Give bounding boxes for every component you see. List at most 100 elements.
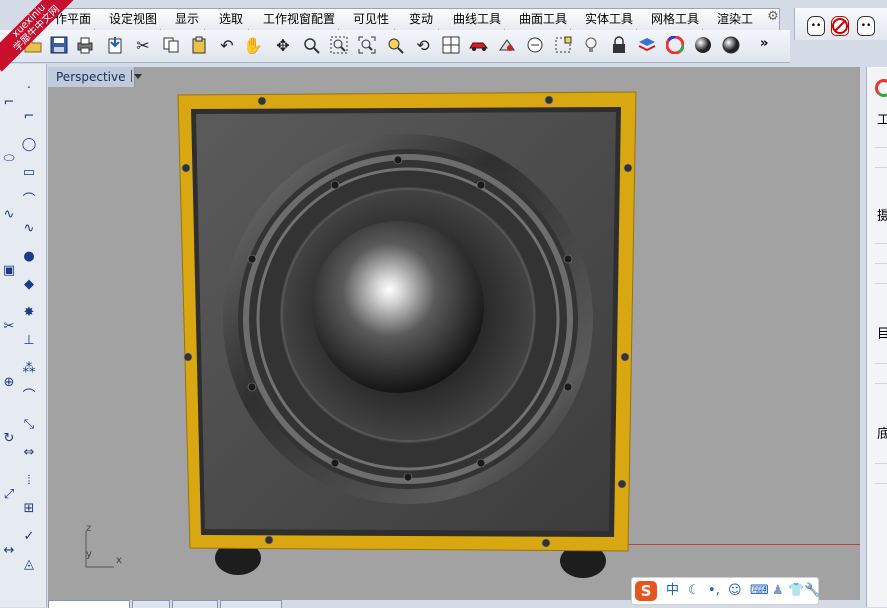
explode-icon[interactable]: ✸ xyxy=(20,304,38,322)
zoom-icon[interactable] xyxy=(300,34,322,56)
mirror-icon[interactable]: ⇔ xyxy=(20,444,38,462)
snap-icon[interactable] xyxy=(524,34,546,56)
scale-icon[interactable]: ⤢ xyxy=(0,486,18,504)
sphere-icon[interactable]: ● xyxy=(20,248,38,266)
axis-y-label: y xyxy=(86,549,92,560)
fillet-icon[interactable]: ⌒ xyxy=(20,388,38,406)
material-sphere-icon[interactable] xyxy=(692,34,714,56)
axis-x-label: x xyxy=(116,555,122,566)
undo-icon[interactable]: ↶ xyxy=(216,34,238,56)
tab-label: 设定视图 xyxy=(109,12,158,26)
shirt-icon[interactable]: 👕 xyxy=(788,582,804,600)
trim-icon[interactable]: ✂ xyxy=(0,318,18,336)
surface-icon[interactable]: ◆ xyxy=(20,276,38,294)
tab-label: 可见性 xyxy=(353,12,390,26)
pan-hand-icon[interactable]: ✋ xyxy=(242,34,264,56)
tab-label: 曲线工具 xyxy=(453,12,502,26)
divider xyxy=(875,243,887,244)
render-sphere-icon[interactable] xyxy=(720,34,742,56)
ime-logo[interactable]: S xyxy=(635,581,657,601)
polyline-icon[interactable]: ⌐ xyxy=(0,94,18,112)
paste-icon[interactable] xyxy=(188,34,210,56)
object-snap-icon[interactable] xyxy=(552,34,574,56)
ellipse-icon[interactable]: ⬭ xyxy=(0,150,18,168)
face-icon[interactable]: •• xyxy=(807,16,825,36)
tab-label: 实体工具 xyxy=(585,12,634,26)
divider xyxy=(875,463,887,464)
layer-icon[interactable] xyxy=(636,34,658,56)
divider xyxy=(875,363,887,364)
divider xyxy=(875,283,887,284)
light-bulb-icon[interactable] xyxy=(580,34,602,56)
properties-panel: 工 摄 目 底 xyxy=(866,67,887,607)
cut-icon[interactable]: ✂ xyxy=(132,34,154,56)
divider xyxy=(875,167,887,168)
comma-icon[interactable]: •, xyxy=(708,582,720,600)
array-icon[interactable]: ⦙ xyxy=(20,472,38,490)
more-tools-button[interactable]: » xyxy=(760,36,768,51)
curve-icon[interactable]: ∿ xyxy=(20,220,38,238)
paint-bucket-icon[interactable]: ◬ xyxy=(20,556,38,574)
join-icon[interactable]: ⊕ xyxy=(0,374,18,392)
panel-label: 工 xyxy=(877,113,887,128)
emoji-icon[interactable]: ☺ xyxy=(728,582,742,600)
box-icon[interactable]: ▣ xyxy=(0,262,18,280)
tab-label: 作平面 xyxy=(55,12,92,26)
right-toolbar: •• •• xyxy=(794,8,887,40)
circle-icon[interactable]: ◯ xyxy=(20,136,38,154)
zoom-window-icon[interactable] xyxy=(328,34,350,56)
ribbon-tabs: 作平面 设定视图 显示 选取 工作视窗配置 可见性 变动 曲线工具 曲面工具 实… xyxy=(0,8,790,30)
split-icon[interactable]: ⊥ xyxy=(20,332,38,350)
print-icon[interactable] xyxy=(74,34,96,56)
dimension-icon[interactable]: ↔ xyxy=(0,542,18,560)
polyline-icon[interactable]: ⌐ xyxy=(20,108,38,126)
import-icon[interactable] xyxy=(104,34,126,56)
ime-toolbar: S 中 ☾ •, ☺ ⌨ ♟ 👕 🔧 xyxy=(631,577,820,605)
no-face-icon[interactable] xyxy=(831,16,849,36)
wrench-icon[interactable]: 🔧 xyxy=(804,582,820,600)
arc-icon[interactable]: ⌒ xyxy=(20,192,38,210)
lock-icon[interactable] xyxy=(608,34,630,56)
curve-icon[interactable]: ∿ xyxy=(0,206,18,224)
tab-label: 网格工具 xyxy=(651,12,700,26)
divider xyxy=(875,263,887,264)
divider xyxy=(875,483,887,484)
align-icon[interactable]: ⊞ xyxy=(20,500,38,518)
group-icon[interactable]: ⁂ xyxy=(20,360,38,378)
moon-icon[interactable]: ☾ xyxy=(688,582,700,600)
rotate-view-icon[interactable]: ✥ xyxy=(272,34,294,56)
user-icon[interactable]: ♟ xyxy=(772,582,784,600)
zoom-selected-icon[interactable] xyxy=(384,34,406,56)
panel-label: 摄 xyxy=(877,209,887,224)
tab-label: 显示 xyxy=(175,12,200,26)
move-icon[interactable]: ⤡ xyxy=(20,416,38,434)
copy-icon[interactable] xyxy=(160,34,182,56)
divider xyxy=(875,147,887,148)
render-preview-icon[interactable] xyxy=(496,34,518,56)
ime-mode-toggle[interactable]: 中 xyxy=(666,582,679,600)
speaker-model xyxy=(177,91,637,578)
left-toolbox: · ⌐ ◯ ▭ ⌒ ∿ ● ◆ ✸ ⊥ ⁂ ⌒ ⤡ ⇔ ⦙ ⊞ ✓ ◬ ⌐ ⬭ … xyxy=(0,64,47,607)
zoom-extents-icon[interactable] xyxy=(356,34,378,56)
rotate-camera-icon[interactable]: ⟲ xyxy=(412,34,434,56)
check-icon[interactable]: ✓ xyxy=(20,528,38,546)
point-icon[interactable]: · xyxy=(20,80,38,98)
divider xyxy=(875,383,887,384)
tab-label: 变动 xyxy=(409,12,434,26)
viewport-tabs xyxy=(48,600,348,608)
rotate-icon[interactable]: ↻ xyxy=(0,430,18,448)
car-icon[interactable] xyxy=(468,34,490,56)
main-toolbar: ✂ ↶ ✋ ✥ ⟲ xyxy=(0,30,790,63)
perspective-viewport[interactable]: Perspective z y x xyxy=(48,67,860,600)
keyboard-icon[interactable]: ⌨ xyxy=(750,582,769,600)
rectangle-icon[interactable]: ▭ xyxy=(20,164,38,182)
color-wheel-icon[interactable] xyxy=(664,34,686,56)
tab-label: 渲染工 xyxy=(717,12,754,26)
panel-label: 目 xyxy=(877,327,887,342)
four-viewports-icon[interactable] xyxy=(440,34,462,56)
axis-z-label: z xyxy=(86,523,92,534)
save-icon[interactable] xyxy=(48,34,70,56)
color-wheel-icon[interactable] xyxy=(875,79,887,97)
gear-icon[interactable]: ⚙ xyxy=(766,10,780,24)
face-icon[interactable]: •• xyxy=(857,16,875,36)
